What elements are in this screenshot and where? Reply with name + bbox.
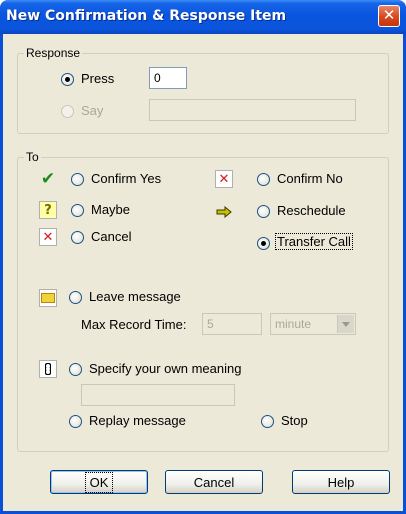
cancel-label: Cancel xyxy=(91,229,132,244)
cancel-button[interactable]: Cancel xyxy=(165,470,263,494)
leave-message-label: Leave message xyxy=(89,289,181,304)
say-radio[interactable] xyxy=(61,105,74,118)
dialog-window: New Confirmation & Response Item ✕ Respo… xyxy=(0,0,406,514)
checkmark-icon: ✔ xyxy=(40,169,56,189)
envelope-icon xyxy=(39,289,57,307)
max-record-time-label: Max Record Time: xyxy=(81,317,187,332)
press-radio[interactable] xyxy=(61,73,74,86)
confirm-no-x-icon: ✕ xyxy=(215,170,233,188)
ok-button[interactable]: OK xyxy=(50,470,148,494)
close-button[interactable]: ✕ xyxy=(378,5,400,27)
ok-button-label: OK xyxy=(84,471,114,493)
transfer-call-radio[interactable] xyxy=(257,237,270,250)
reschedule-radio[interactable] xyxy=(257,205,270,218)
confirm-no-radio[interactable] xyxy=(257,173,270,186)
press-input[interactable]: 0 xyxy=(149,67,187,89)
response-legend: Response xyxy=(26,46,81,60)
close-icon: ✕ xyxy=(382,6,396,24)
question-mark-icon: ? xyxy=(39,201,57,219)
own-meaning-input[interactable] xyxy=(81,384,235,406)
transfer-call-label: Transfer Call xyxy=(275,233,353,250)
replay-message-radio[interactable] xyxy=(69,415,82,428)
stop-label: Stop xyxy=(281,413,308,428)
confirm-no-label: Confirm No xyxy=(277,171,343,186)
to-legend: To xyxy=(26,150,39,164)
press-label: Press xyxy=(81,71,115,86)
cancel-button-label: Cancel xyxy=(193,474,235,490)
max-record-unit-select[interactable]: minute xyxy=(270,313,356,335)
title-bar[interactable]: New Confirmation & Response Item ✕ xyxy=(0,0,406,34)
traffic-light-icon xyxy=(39,360,57,378)
say-input[interactable] xyxy=(149,99,356,121)
confirm-yes-label: Confirm Yes xyxy=(91,171,162,186)
max-record-unit-value: minute xyxy=(275,317,312,331)
help-button[interactable]: Help xyxy=(292,470,390,494)
maybe-radio[interactable] xyxy=(71,204,84,217)
stop-radio[interactable] xyxy=(261,415,274,428)
replay-message-label: Replay message xyxy=(89,413,186,428)
leave-message-radio[interactable] xyxy=(69,291,82,304)
help-button-label: Help xyxy=(327,474,355,490)
maybe-label: Maybe xyxy=(91,202,131,217)
say-label: Say xyxy=(81,103,104,118)
max-record-time-input[interactable]: 5 xyxy=(202,313,262,335)
cancel-x-icon: ✕ xyxy=(39,228,57,246)
confirm-yes-radio[interactable] xyxy=(71,173,84,186)
window-title: New Confirmation & Response Item xyxy=(6,8,287,24)
cancel-radio[interactable] xyxy=(71,231,84,244)
chevron-down-icon[interactable] xyxy=(337,315,354,333)
specify-meaning-radio[interactable] xyxy=(69,363,82,376)
arrow-right-icon xyxy=(215,203,233,221)
specify-meaning-label: Specify your own meaning xyxy=(89,361,242,376)
reschedule-label: Reschedule xyxy=(277,203,346,218)
